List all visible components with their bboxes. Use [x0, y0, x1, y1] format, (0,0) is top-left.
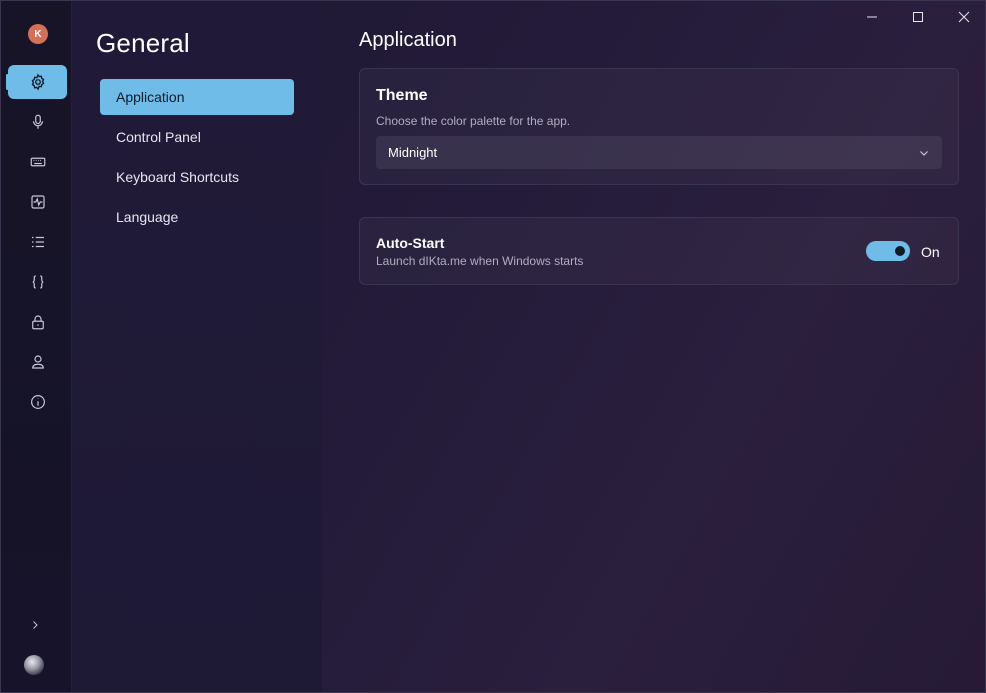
subnav-title: General [96, 28, 190, 58]
theme-card: Theme Choose the color palette for the a… [359, 68, 959, 185]
toggle-knob [895, 246, 905, 256]
close-button[interactable] [941, 1, 985, 33]
close-icon [958, 11, 970, 23]
activity-icon [30, 195, 45, 209]
rail-item-user[interactable] [8, 345, 67, 379]
autostart-title: Auto-Start [376, 235, 445, 251]
logo-text: K [34, 28, 42, 40]
expand-rail-button[interactable] [25, 615, 45, 635]
info-icon [30, 395, 45, 409]
settings-subnav: General Application Control Panel Keyboa… [72, 1, 322, 692]
rail-item-keyboard[interactable] [8, 145, 67, 179]
minimize-icon [867, 16, 877, 18]
autostart-description: Launch dIKta.me when Windows starts [376, 254, 584, 268]
rail-item-list[interactable] [8, 225, 67, 259]
autostart-card: Auto-Start Launch dIKta.me when Windows … [359, 217, 959, 285]
theme-select[interactable]: Midnight [376, 136, 942, 169]
keyboard-icon [30, 157, 45, 167]
lock-icon [31, 315, 44, 330]
maximize-icon [913, 12, 923, 22]
rail-item-info[interactable] [8, 385, 67, 419]
maximize-button[interactable] [895, 1, 941, 33]
rail-item-lock[interactable] [8, 305, 67, 339]
braces-icon [32, 275, 43, 289]
page-title: Application [359, 29, 457, 51]
main-content: Application Theme Choose the color palet… [322, 1, 985, 692]
subnav-item-control-panel[interactable]: Control Panel [100, 119, 294, 155]
app-window: K General Application Control Panel Keyb… [0, 0, 986, 693]
theme-description: Choose the color palette for the app. [376, 114, 571, 128]
gear-icon [31, 73, 44, 91]
microphone-icon [32, 114, 43, 129]
chevron-right-icon [33, 621, 38, 629]
rail-item-microphone[interactable] [8, 105, 67, 139]
list-icon [31, 236, 44, 248]
autostart-toggle[interactable] [866, 241, 910, 261]
icon-rail: K [1, 1, 72, 692]
app-logo: K [28, 24, 48, 44]
subnav-item-keyboard-shortcuts[interactable]: Keyboard Shortcuts [100, 159, 294, 195]
theme-select-value: Midnight [388, 145, 438, 160]
avatar[interactable] [24, 655, 44, 675]
rail-item-settings[interactable] [6, 65, 67, 99]
subnav-item-application[interactable]: Application [100, 79, 294, 115]
rail-item-code[interactable] [8, 265, 67, 299]
autostart-state-label: On [921, 244, 940, 260]
rail-item-activity[interactable] [8, 185, 67, 219]
theme-title: Theme [376, 87, 428, 104]
chevron-down-icon [920, 150, 928, 156]
minimize-button[interactable] [849, 1, 895, 33]
subnav-item-language[interactable]: Language [100, 199, 294, 235]
user-icon [31, 355, 44, 369]
